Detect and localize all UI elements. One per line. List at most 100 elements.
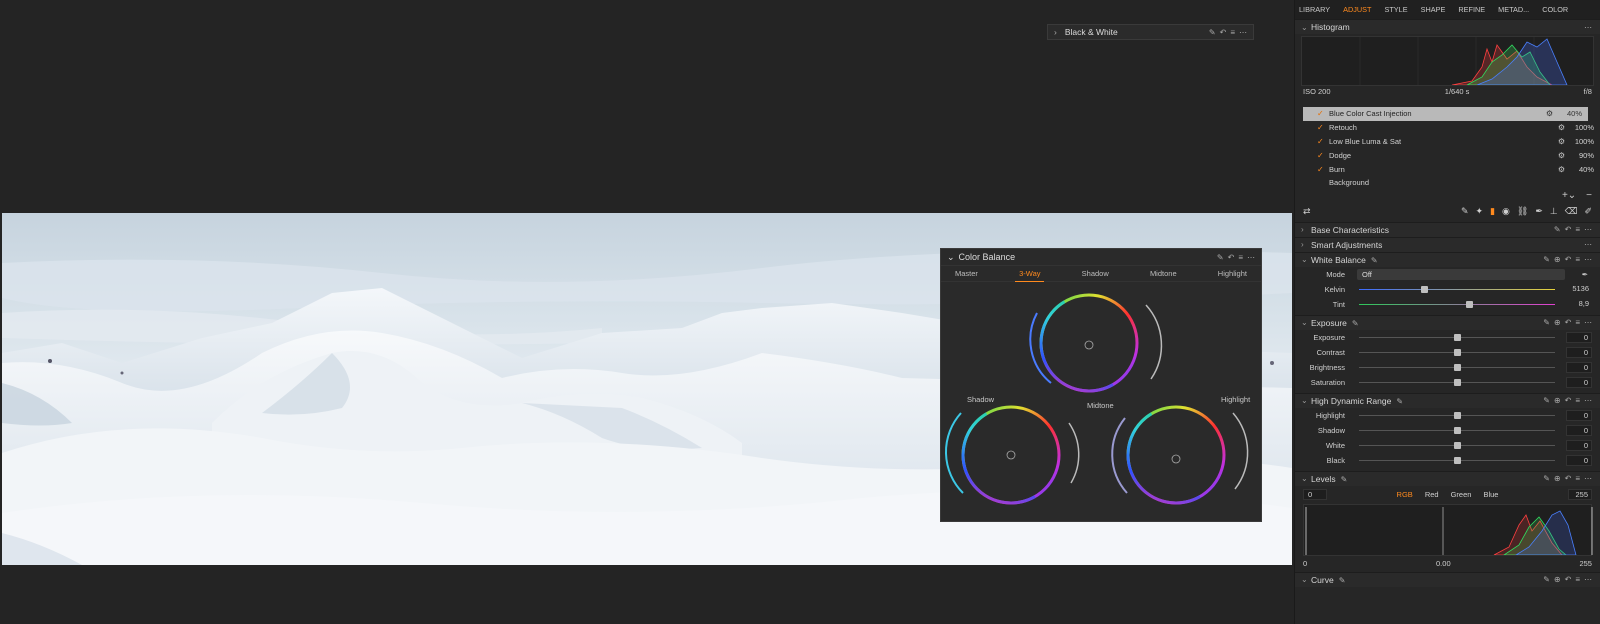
link-icon[interactable]: ⛓ xyxy=(1517,206,1528,217)
chevron-right-icon[interactable]: › xyxy=(1301,240,1311,249)
levels-tab-green[interactable]: Green xyxy=(1451,490,1472,499)
smart-adjustments-header[interactable]: › Smart Adjustments ⋯ xyxy=(1295,236,1600,252)
presets-icon[interactable]: ≡ xyxy=(1575,474,1580,483)
highlight-wheel[interactable] xyxy=(1110,389,1249,520)
reset-icon[interactable]: ↶ xyxy=(1565,225,1572,234)
exposure-exposure-slider[interactable] xyxy=(1454,333,1461,341)
kelvin-value[interactable]: 5136 xyxy=(1566,284,1592,295)
hdr-highlight-value[interactable]: 0 xyxy=(1566,409,1592,421)
brush-icon[interactable]: ✎ xyxy=(1461,206,1469,217)
levels-input-low[interactable]: 0 xyxy=(1303,489,1327,501)
hdr-highlight-slider[interactable] xyxy=(1454,411,1461,419)
chevron-right-icon[interactable]: › xyxy=(1301,225,1311,234)
black-white-panel[interactable]: › Black & White ✎ ↶ ≡ ⋯ xyxy=(1047,24,1254,40)
more-icon[interactable]: ⋯ xyxy=(1584,240,1592,249)
layer-item[interactable]: ✓ Dodge ⚙ 90% xyxy=(1295,148,1600,162)
levels-tab-blue[interactable]: Blue xyxy=(1483,490,1498,499)
more-icon[interactable]: ⋯ xyxy=(1584,396,1592,405)
histogram-header[interactable]: ⌄ Histogram ⋯ xyxy=(1295,19,1600,34)
layer-checkbox[interactable]: ✓ xyxy=(1317,123,1329,132)
cb-tab-midtone[interactable]: Midtone xyxy=(1146,266,1181,281)
layer-checkbox[interactable]: ✓ xyxy=(1317,165,1329,174)
exposure-contrast-slider[interactable] xyxy=(1454,348,1461,356)
more-icon[interactable]: ⋯ xyxy=(1584,575,1592,584)
pipette-icon[interactable]: ✒ xyxy=(1535,206,1543,217)
pipette-icon[interactable]: ✎ xyxy=(1543,318,1550,327)
tab-adjust[interactable]: ADJUST xyxy=(1343,5,1371,14)
more-icon[interactable]: ⋯ xyxy=(1584,474,1592,483)
hdr-white-value[interactable]: 0 xyxy=(1566,439,1592,451)
tab-shape[interactable]: SHAPE xyxy=(1421,5,1446,14)
more-icon[interactable]: ⋯ xyxy=(1584,318,1592,327)
add-layer-icon[interactable]: +⌄ xyxy=(1562,190,1576,202)
midtone-wheel[interactable] xyxy=(1023,283,1163,409)
copy-icon[interactable]: ⊕ xyxy=(1554,318,1561,327)
pencil-icon[interactable]: ✎ xyxy=(1352,319,1359,328)
layer-settings-icon[interactable]: ⚙ xyxy=(1555,137,1568,146)
copy-icon[interactable]: ⊕ xyxy=(1554,575,1561,584)
layer-settings-icon[interactable]: ⚙ xyxy=(1543,109,1556,118)
presets-icon[interactable]: ≡ xyxy=(1575,396,1580,405)
reset-icon[interactable]: ↶ xyxy=(1565,575,1572,584)
cb-tab-highlight[interactable]: Highlight xyxy=(1214,266,1251,281)
layer-opacity[interactable]: 100% xyxy=(1568,123,1594,132)
refine-icon[interactable]: ✐ xyxy=(1584,206,1592,217)
radial-icon[interactable]: ◉ xyxy=(1502,206,1510,217)
layer-checkbox[interactable]: ✓ xyxy=(1317,151,1329,160)
image-viewer[interactable]: › Black & White ✎ ↶ ≡ ⋯ ⌄ Color Balance … xyxy=(0,0,1292,624)
cb-tab-shadow[interactable]: Shadow xyxy=(1078,266,1113,281)
pencil-icon[interactable]: ✎ xyxy=(1339,576,1346,585)
levels-midpoint[interactable]: 0.00 xyxy=(1436,559,1451,568)
white-balance-header[interactable]: ⌄ White Balance ✎ ✎ ⊕ ↶ ≡ ⋯ xyxy=(1295,251,1600,267)
pencil-icon[interactable]: ✎ xyxy=(1341,475,1348,484)
chevron-down-icon[interactable]: ⌄ xyxy=(1301,575,1311,584)
reset-icon[interactable]: ↶ xyxy=(1565,255,1572,264)
levels-histogram[interactable] xyxy=(1303,503,1593,556)
levels-header[interactable]: ⌄ Levels ✎ ✎ ⊕ ↶ ≡ ⋯ xyxy=(1295,470,1600,486)
copy-icon[interactable]: ⊕ xyxy=(1554,255,1561,264)
levels-output-low[interactable]: 0 xyxy=(1303,559,1307,568)
pipette-icon[interactable]: ✎ xyxy=(1554,225,1561,234)
chevron-down-icon[interactable]: ⌄ xyxy=(1301,318,1311,327)
levels-tab-red[interactable]: Red xyxy=(1425,490,1439,499)
exposure-saturation-slider[interactable] xyxy=(1454,378,1461,386)
reset-icon[interactable]: ↶ xyxy=(1220,28,1227,37)
presets-icon[interactable]: ≡ xyxy=(1575,575,1580,584)
shadow-wheel[interactable] xyxy=(944,389,1080,520)
pipette-icon[interactable]: ✎ xyxy=(1543,474,1550,483)
chevron-down-icon[interactable]: ⌄ xyxy=(1301,396,1311,405)
presets-icon[interactable]: ≡ xyxy=(1575,255,1580,264)
curve-header[interactable]: ⌄ Curve ✎ ✎ ⊕ ↶ ≡ ⋯ xyxy=(1295,571,1600,587)
hdr-white-slider[interactable] xyxy=(1454,441,1461,449)
layer-opacity[interactable]: 40% xyxy=(1568,165,1594,174)
levels-output-high[interactable]: 255 xyxy=(1579,559,1592,568)
hdr-black-slider[interactable] xyxy=(1454,456,1461,464)
more-icon[interactable]: ⋯ xyxy=(1584,255,1592,264)
chevron-down-icon[interactable]: ⌄ xyxy=(947,252,955,263)
tint-value[interactable]: 8,9 xyxy=(1566,299,1592,310)
chevron-down-icon[interactable]: ⌄ xyxy=(1301,474,1311,483)
layer-checkbox[interactable]: ✓ xyxy=(1317,109,1329,118)
presets-icon[interactable]: ≡ xyxy=(1230,28,1235,37)
chevron-down-icon[interactable]: ⌄ xyxy=(1301,255,1311,264)
magic-brush-icon[interactable]: ✦ xyxy=(1476,206,1484,217)
pipette-icon[interactable]: ✎ xyxy=(1543,255,1550,264)
more-icon[interactable]: ⋯ xyxy=(1584,23,1592,32)
tab-library[interactable]: LIBRARY xyxy=(1299,5,1330,14)
pipette-icon[interactable]: ✎ xyxy=(1543,396,1550,405)
layer-opacity[interactable]: 90% xyxy=(1568,151,1594,160)
exposure-header[interactable]: ⌄ Exposure ✎ ✎ ⊕ ↶ ≡ ⋯ xyxy=(1295,314,1600,330)
exposure-saturation-value[interactable]: 0 xyxy=(1566,376,1592,388)
exposure-brightness-value[interactable]: 0 xyxy=(1566,361,1592,373)
cb-tab-3way[interactable]: 3-Way xyxy=(1015,266,1045,282)
color-balance-panel[interactable]: ⌄ Color Balance ✎ ↶ ≡ ⋯ Master 3-Way Shado… xyxy=(940,248,1262,522)
tab-style[interactable]: STYLE xyxy=(1384,5,1407,14)
tab-refine[interactable]: REFINE xyxy=(1458,5,1485,14)
chevron-down-icon[interactable]: ⌄ xyxy=(1301,23,1311,32)
pipette-icon[interactable]: ✎ xyxy=(1209,28,1216,37)
reset-icon[interactable]: ↶ xyxy=(1565,396,1572,405)
hdr-header[interactable]: ⌄ High Dynamic Range ✎ ✎ ⊕ ↶ ≡ ⋯ xyxy=(1295,392,1600,408)
layer-options-icon[interactable]: ⇄ xyxy=(1303,206,1311,217)
tint-slider[interactable] xyxy=(1465,300,1473,308)
layer-item[interactable]: ✓ Burn ⚙ 40% xyxy=(1295,162,1600,176)
